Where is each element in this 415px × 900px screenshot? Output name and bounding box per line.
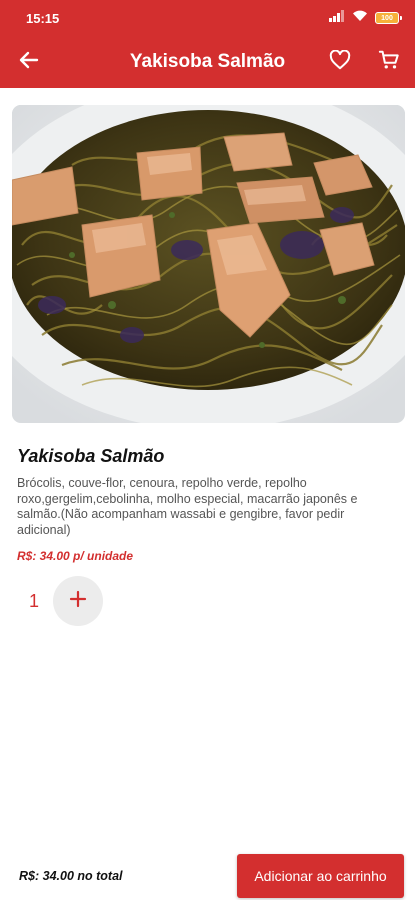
signal-icon bbox=[329, 9, 345, 27]
product-price: R$: 34.00 p/ unidade bbox=[17, 549, 134, 563]
status-bar: 15:15 100 bbox=[0, 0, 415, 36]
cart-button[interactable] bbox=[376, 49, 402, 75]
back-button[interactable] bbox=[16, 49, 42, 75]
arrow-back-icon bbox=[19, 50, 39, 75]
favorite-button[interactable] bbox=[327, 49, 353, 75]
add-to-cart-button[interactable]: Adicionar ao carrinho bbox=[237, 854, 404, 898]
product-description: Brócolis, couve-flor, cenoura, repolho v… bbox=[17, 476, 358, 537]
status-time: 15:15 bbox=[26, 10, 60, 26]
wifi-icon bbox=[352, 9, 368, 27]
heart-outline-icon bbox=[329, 49, 351, 75]
battery-level: 100 bbox=[381, 14, 393, 22]
status-icons: 100 bbox=[329, 9, 402, 27]
plus-icon bbox=[69, 590, 87, 613]
product-name: Yakisoba Salmão bbox=[17, 446, 165, 466]
order-total: R$: 34.00 no total bbox=[19, 869, 123, 883]
increase-quantity-button[interactable] bbox=[53, 576, 103, 626]
battery-icon: 100 bbox=[375, 12, 402, 24]
app-bar: Yakisoba Salmão bbox=[0, 36, 415, 88]
quantity-value: 1 bbox=[28, 591, 39, 611]
page-title: Yakisoba Salmão bbox=[129, 51, 286, 72]
product-image bbox=[12, 105, 405, 423]
shopping-cart-icon bbox=[378, 49, 400, 76]
